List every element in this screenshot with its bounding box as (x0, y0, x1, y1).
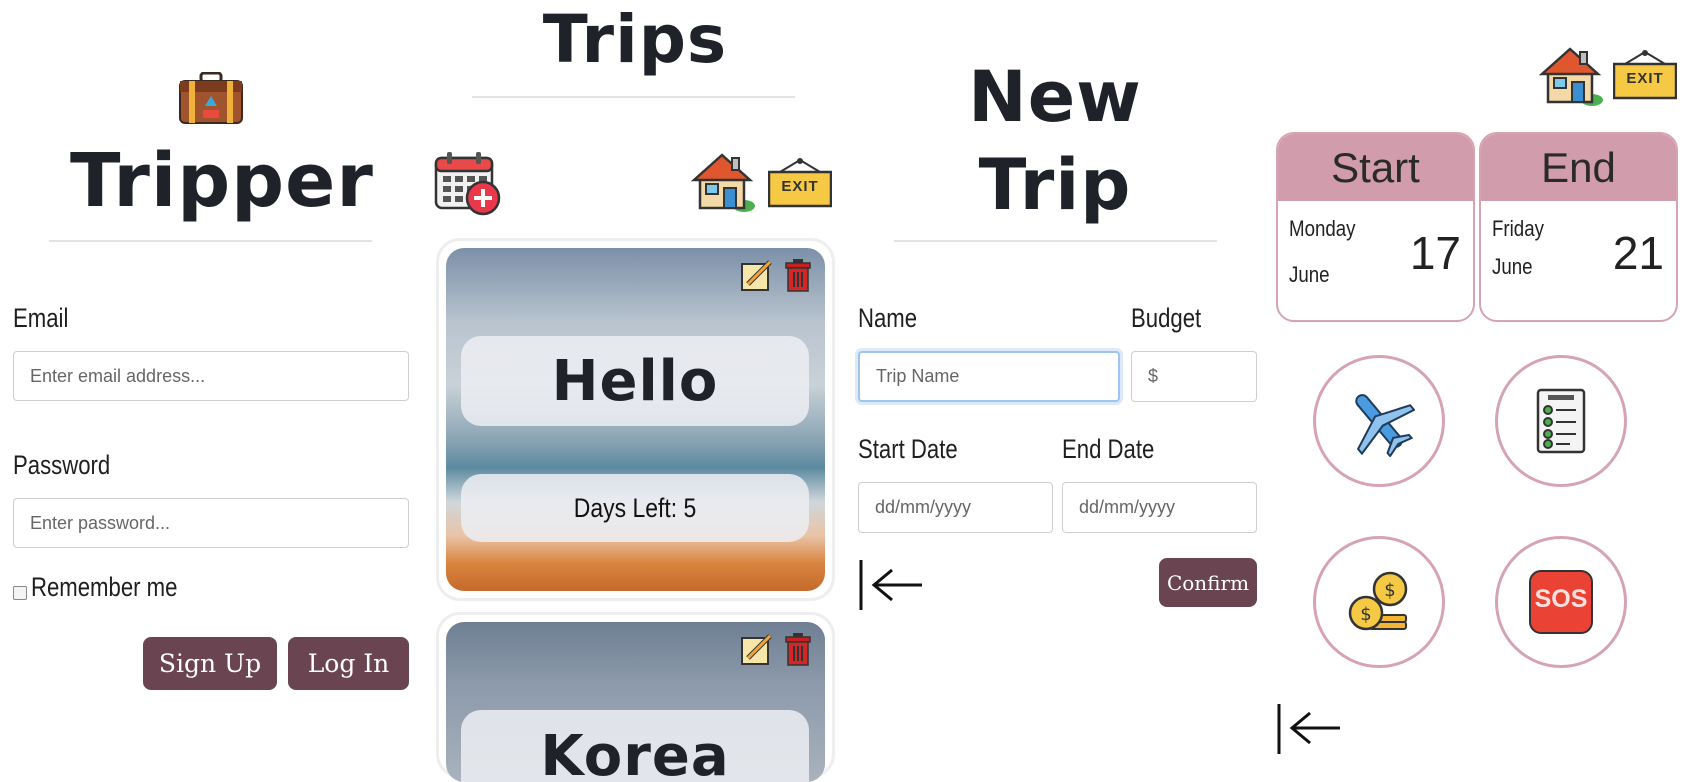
remember-checkbox[interactable] (13, 586, 27, 600)
password-field[interactable] (13, 498, 409, 548)
title-divider (49, 240, 372, 242)
trip-name-pill: Korea (461, 710, 809, 782)
trip-name-pill: Hello (461, 336, 809, 426)
name-label: Name (858, 303, 918, 333)
end-date-card: End Friday June 21 (1479, 132, 1678, 322)
flights-button[interactable] (1313, 355, 1445, 487)
app-title: Tripper (70, 138, 374, 224)
end-month: June (1492, 254, 1533, 279)
trips-title: Trips (542, 1, 728, 78)
trip-photo: Hello Days Left: 5 (446, 248, 825, 591)
trip-name: Korea (540, 724, 730, 782)
remember-label: Remember me (31, 572, 178, 602)
budget-label: Budget (1131, 303, 1202, 333)
exit-sign-icon[interactable]: EXIT (1613, 50, 1677, 100)
suitcase-icon (179, 72, 243, 124)
sos-button[interactable]: SOS (1495, 536, 1627, 668)
start-date-card: Start Monday June 17 (1276, 132, 1475, 322)
new-trip-title-line2: Trip (978, 144, 1132, 226)
svg-text:$: $ (1360, 604, 1371, 625)
house-icon[interactable] (1538, 46, 1604, 106)
end-header: End (1481, 134, 1676, 201)
sos-icon: SOS (1529, 570, 1593, 634)
end-date-label: End Date (1062, 434, 1155, 464)
end-date-field[interactable] (1062, 482, 1257, 533)
exit-text: EXIT (781, 178, 819, 195)
start-header: Start (1278, 134, 1473, 201)
trip-card[interactable]: Korea (436, 612, 835, 782)
sos-text: SOS (1534, 585, 1588, 613)
days-left-pill: Days Left: 5 (461, 474, 809, 542)
trip-name-field[interactable] (858, 351, 1120, 402)
checklist-button[interactable] (1495, 355, 1627, 487)
airplane-icon (1355, 394, 1415, 457)
edit-icon[interactable] (740, 260, 774, 292)
exit-text: EXIT (1626, 70, 1664, 87)
start-weekday: Monday (1289, 216, 1356, 241)
end-weekday: Friday (1492, 216, 1544, 241)
trip-name: Hello (551, 348, 719, 414)
start-day: 17 (1409, 227, 1461, 279)
password-label: Password (13, 450, 111, 480)
back-arrow-icon[interactable] (1276, 702, 1342, 754)
new-trip-title-line1: New (968, 56, 1142, 138)
end-day: 21 (1612, 227, 1664, 279)
checklist-icon (1536, 388, 1586, 454)
trip-card[interactable]: Hello Days Left: 5 (436, 238, 835, 601)
delete-icon[interactable] (784, 258, 812, 292)
sign-up-button[interactable]: Sign Up (143, 637, 277, 690)
calendar-add-icon[interactable] (434, 150, 502, 216)
confirm-button[interactable]: Confirm (1159, 558, 1257, 607)
new-trip-divider (894, 240, 1217, 242)
exit-sign-icon[interactable]: EXIT (768, 158, 832, 208)
email-field[interactable] (13, 351, 409, 401)
budget-field[interactable] (1131, 351, 1257, 402)
days-left: Days Left: 5 (573, 492, 697, 523)
trip-photo: Korea (446, 622, 825, 782)
trips-divider (472, 96, 795, 98)
budget-button[interactable]: $ $ (1313, 536, 1445, 668)
svg-text:$: $ (1384, 580, 1395, 601)
log-in-button[interactable]: Log In (288, 637, 409, 690)
email-label: Email (13, 303, 69, 333)
house-icon[interactable] (690, 152, 756, 212)
back-arrow-icon[interactable] (858, 558, 924, 612)
edit-icon[interactable] (740, 634, 774, 666)
start-month: June (1289, 262, 1330, 287)
start-date-field[interactable] (858, 482, 1053, 533)
coins-icon: $ $ (1348, 571, 1408, 631)
start-date-label: Start Date (858, 434, 958, 464)
delete-icon[interactable] (784, 632, 812, 666)
